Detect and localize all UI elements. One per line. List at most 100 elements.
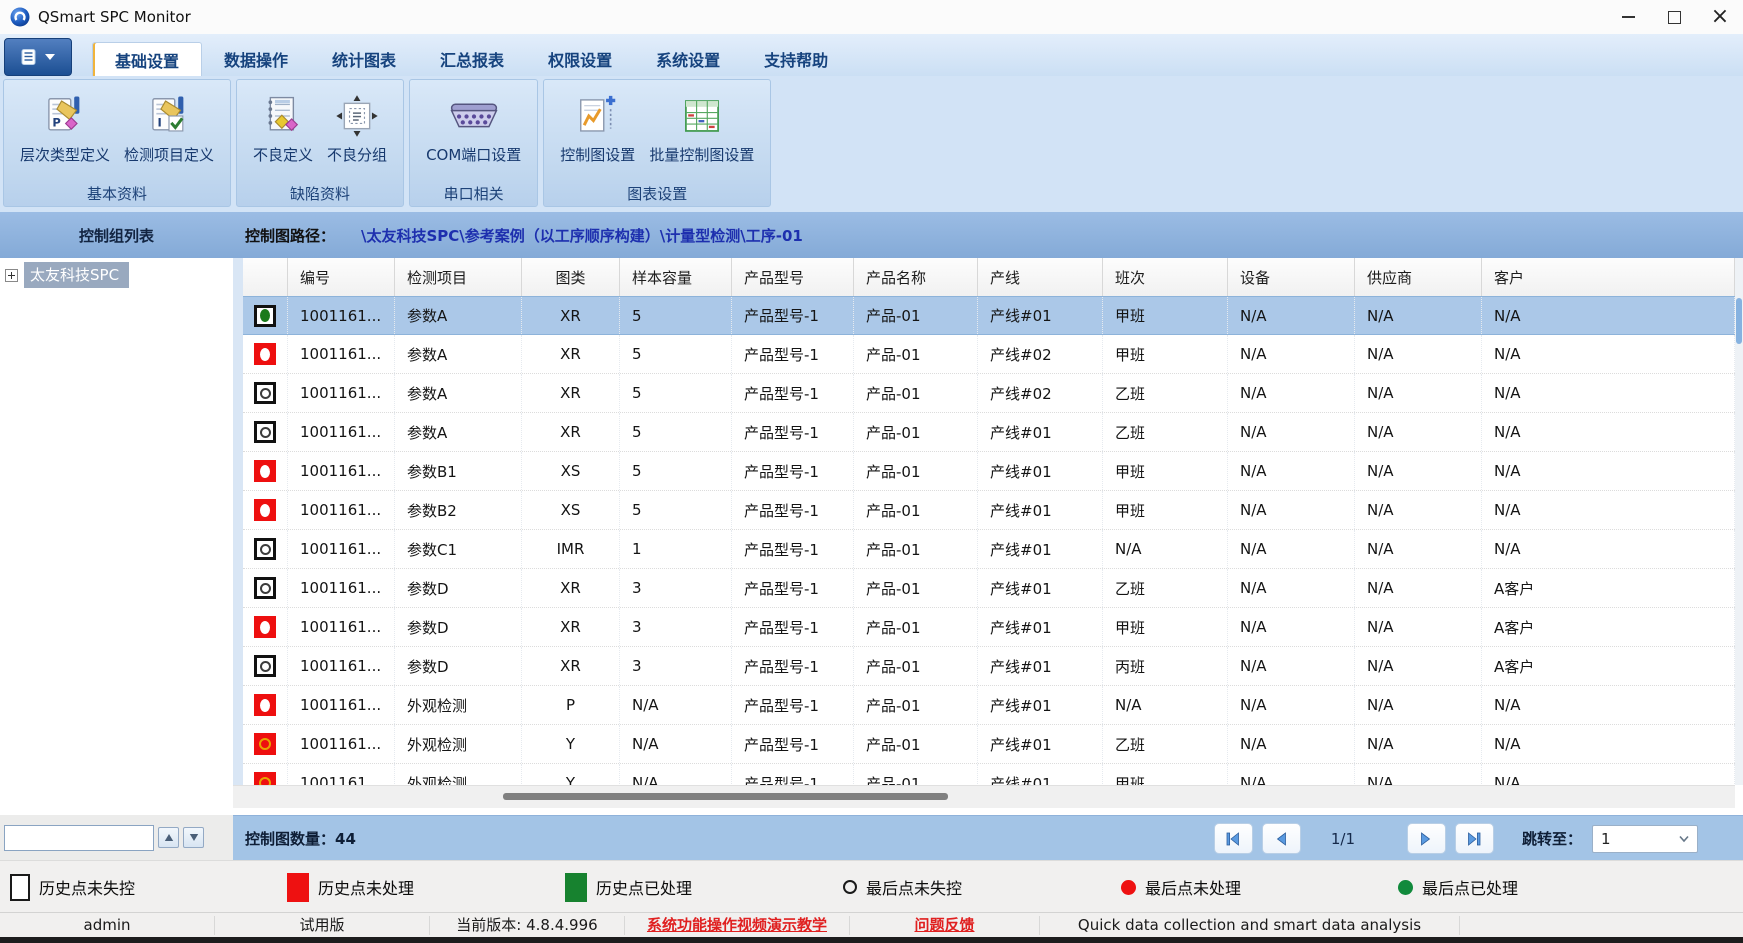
table-row[interactable]: 1001161...参数C1IMR1产品型号-1产品-01产线#01N/AN/A… — [243, 530, 1735, 569]
legend-item: 历史点未失控 — [10, 861, 135, 913]
menu-tab[interactable]: 支持帮助 — [742, 42, 850, 76]
menu-tab[interactable]: 数据操作 — [202, 42, 310, 76]
column-header[interactable]: 产品名称 — [854, 258, 978, 296]
horizontal-scrollbar[interactable] — [233, 785, 1735, 808]
table-row[interactable]: 1001161...外观检测PN/A产品型号-1产品-01产线#01N/AN/A… — [243, 686, 1735, 725]
table-cell: 参数C1 — [395, 530, 522, 568]
table-row[interactable]: 1001161...参数AXR5产品型号-1产品-01产线#02乙班N/AN/A… — [243, 374, 1735, 413]
maximize-button[interactable] — [1651, 0, 1697, 34]
status-outline-icon — [254, 382, 276, 404]
table-cell: 产线#01 — [978, 764, 1103, 785]
column-header[interactable]: 设备 — [1228, 258, 1355, 296]
menu-tab[interactable]: 系统设置 — [634, 42, 742, 76]
table-row[interactable]: 1001161...外观检测YN/A产品型号-1产品-01产线#01甲班N/AN… — [243, 764, 1735, 785]
table-cell: N/A — [620, 725, 732, 763]
status-ring-icon — [254, 772, 276, 785]
ribbon-button[interactable]: 不良分组 — [323, 86, 391, 167]
legend-item: 最后点已处理 — [1398, 861, 1518, 913]
table-cell: 产品型号-1 — [732, 764, 854, 785]
status-outline-icon — [254, 538, 276, 560]
column-header[interactable]: 产品型号 — [732, 258, 854, 296]
ribbon-button[interactable]: P层次类型定义 — [16, 86, 114, 167]
first-page-button[interactable] — [1214, 823, 1253, 854]
table-row[interactable]: 1001161...参数DXR3产品型号-1产品-01产线#01甲班N/AN/A… — [243, 608, 1735, 647]
close-button[interactable]: × — [1697, 0, 1743, 34]
column-header[interactable] — [243, 258, 288, 296]
goto-page-select[interactable]: 1 — [1592, 825, 1698, 853]
table-cell: 甲班 — [1103, 452, 1228, 490]
table-cell: N/A — [1355, 452, 1482, 490]
status-link[interactable]: 问题反馈 — [850, 916, 1040, 935]
column-header[interactable]: 编号 — [288, 258, 395, 296]
ribbon-button[interactable]: I检测项目定义 — [120, 86, 218, 167]
menu-tab[interactable]: 权限设置 — [526, 42, 634, 76]
table-row[interactable]: 1001161...参数AXR5产品型号-1产品-01产线#01乙班N/AN/A… — [243, 413, 1735, 452]
ribbon-group-label: 缺陷资料 — [237, 183, 403, 204]
table-cell: N/A — [1482, 725, 1735, 763]
horizontal-scrollbar-thumb[interactable] — [503, 793, 948, 800]
column-header[interactable]: 产线 — [978, 258, 1103, 296]
ribbon-button[interactable]: COM端口设置 — [422, 86, 525, 167]
menu-tab[interactable]: 基础设置 — [92, 42, 202, 76]
table-cell: 1001161... — [288, 647, 395, 685]
column-header[interactable]: 供应商 — [1355, 258, 1482, 296]
table-row[interactable]: 1001161...参数DXR3产品型号-1产品-01产线#01丙班N/AN/A… — [243, 647, 1735, 686]
column-header[interactable]: 班次 — [1103, 258, 1228, 296]
table-cell: 产品-01 — [854, 297, 978, 334]
search-up-button[interactable] — [158, 827, 179, 848]
table-cell: IMR — [522, 530, 620, 568]
row-status-cell — [243, 491, 288, 529]
legend-square-red-icon — [287, 873, 309, 902]
table-cell: N/A — [1355, 686, 1482, 724]
menu-tab[interactable]: 统计图表 — [310, 42, 418, 76]
prev-page-button[interactable] — [1262, 823, 1301, 854]
column-header[interactable]: 客户 — [1482, 258, 1735, 296]
table-cell: 产品-01 — [854, 530, 978, 568]
ribbon-button[interactable]: 控制图设置 — [556, 86, 639, 167]
status-bar: admin试用版当前版本: 4.8.4.996系统功能操作视频演示教学问题反馈Q… — [0, 912, 1743, 938]
ribbon-button[interactable]: 批量控制图设置 — [645, 86, 758, 167]
tree-expander-icon[interactable] — [5, 269, 18, 282]
status-link[interactable]: 系统功能操作视频演示教学 — [625, 916, 850, 935]
table-row[interactable]: 1001161...参数AXR5产品型号-1产品-01产线#01甲班N/AN/A… — [243, 296, 1735, 335]
last-page-button[interactable] — [1455, 823, 1494, 854]
table-cell: 产品型号-1 — [732, 530, 854, 568]
table-row[interactable]: 1001161...参数DXR3产品型号-1产品-01产线#01乙班N/AN/A… — [243, 569, 1735, 608]
tree-item-root[interactable]: 太友科技SPC — [0, 262, 233, 288]
column-header[interactable]: 样本容量 — [620, 258, 732, 296]
vertical-scrollbar-thumb[interactable] — [1736, 298, 1742, 344]
table-cell: 产品-01 — [854, 335, 978, 373]
table-row[interactable]: 1001161...参数B1XS5产品型号-1产品-01产线#01甲班N/AN/… — [243, 452, 1735, 491]
minimize-button[interactable] — [1605, 0, 1651, 34]
search-down-button[interactable] — [183, 827, 204, 848]
table-cell: 产品-01 — [854, 452, 978, 490]
table-cell: XS — [522, 452, 620, 490]
tree-item-label: 太友科技SPC — [24, 262, 129, 288]
table-cell: 产品型号-1 — [732, 335, 854, 373]
table-cell: N/A — [1482, 491, 1735, 529]
next-page-button[interactable] — [1407, 823, 1446, 854]
table-row[interactable]: 1001161...外观检测YN/A产品型号-1产品-01产线#01乙班N/AN… — [243, 725, 1735, 764]
menu-tab[interactable]: 汇总报表 — [418, 42, 526, 76]
ribbon-group: P层次类型定义I检测项目定义基本资料 — [3, 79, 231, 207]
tree-search-input[interactable] — [4, 825, 154, 851]
ribbon-group: COM端口设置串口相关 — [409, 79, 538, 207]
table-cell: 乙班 — [1103, 725, 1228, 763]
legend-item: 最后点未处理 — [1121, 861, 1241, 913]
application-menu-button[interactable] — [4, 38, 72, 76]
table-cell: 产线#01 — [978, 452, 1103, 490]
table-cell: 5 — [620, 452, 732, 490]
table-row[interactable]: 1001161...参数AXR5产品型号-1产品-01产线#02甲班N/AN/A… — [243, 335, 1735, 374]
table-cell: N/A — [1355, 647, 1482, 685]
table-cell: 产品-01 — [854, 725, 978, 763]
row-status-cell — [243, 608, 288, 646]
ribbon-button[interactable]: 不良定义 — [249, 86, 317, 167]
table-row[interactable]: 1001161...参数B2XS5产品型号-1产品-01产线#01甲班N/AN/… — [243, 491, 1735, 530]
vertical-scrollbar[interactable] — [1735, 258, 1743, 785]
column-header[interactable]: 检测项目 — [395, 258, 522, 296]
table-cell: 参数A — [395, 335, 522, 373]
maximize-icon — [1668, 11, 1681, 24]
table-cell: 5 — [620, 374, 732, 412]
column-header[interactable]: 图类 — [522, 258, 620, 296]
menu-list-icon — [21, 49, 39, 65]
